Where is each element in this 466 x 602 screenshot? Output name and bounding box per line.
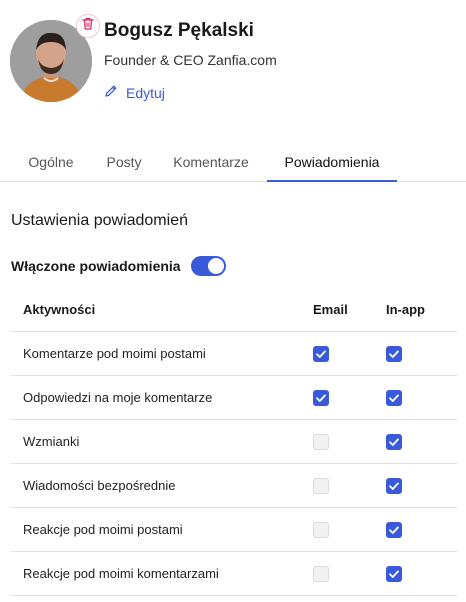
column-header-activity: Aktywności: [23, 302, 96, 317]
check-icon: [389, 482, 399, 490]
check-icon: [389, 570, 399, 578]
email-checkbox[interactable]: [313, 346, 329, 362]
table-header: Aktywności Email In-app: [11, 288, 457, 332]
table-row: Komentarze pod moimi postami: [11, 332, 457, 376]
edit-profile-label: Edytuj: [126, 84, 165, 101]
notifications-table: Aktywności Email In-app Komentarze pod m…: [11, 288, 457, 596]
table-body: Komentarze pod moimi postami Odpowiedzi n…: [11, 332, 457, 596]
inapp-checkbox[interactable]: [386, 346, 402, 362]
tab-ogolne[interactable]: Ogólne: [16, 144, 86, 182]
column-header-inapp: In-app: [386, 302, 425, 317]
email-checkbox[interactable]: [313, 566, 329, 582]
activity-label: Odpowiedzi na moje komentarze: [23, 390, 213, 405]
email-checkbox[interactable]: [313, 390, 329, 406]
check-icon: [316, 350, 326, 358]
profile-avatar-container: [10, 14, 100, 102]
delete-avatar-button[interactable]: [76, 14, 100, 38]
profile-name: Bogusz Pękalski: [104, 20, 254, 41]
activity-label: Reakcje pod moimi komentarzami: [23, 566, 219, 581]
tab-posty[interactable]: Posty: [96, 144, 152, 182]
tab-komentarze[interactable]: Komentarze: [164, 144, 258, 182]
profile-role: Founder & CEO Zanfia.com: [104, 52, 277, 68]
email-checkbox[interactable]: [313, 434, 329, 450]
activity-label: Wiadomości bezpośrednie: [23, 478, 176, 493]
pencil-icon: [104, 84, 118, 101]
check-icon: [389, 350, 399, 358]
table-row: Reakcje pod moimi postami: [11, 508, 457, 552]
inapp-checkbox[interactable]: [386, 390, 402, 406]
check-icon: [316, 394, 326, 402]
activity-label: Komentarze pod moimi postami: [23, 346, 206, 361]
table-row: Wiadomości bezpośrednie: [11, 464, 457, 508]
email-checkbox[interactable]: [313, 478, 329, 494]
toggle-knob: [207, 258, 224, 274]
toggle-label: Włączone powiadomienia: [11, 258, 181, 274]
table-row: Odpowiedzi na moje komentarze: [11, 376, 457, 420]
notifications-toggle[interactable]: [190, 256, 226, 276]
email-checkbox[interactable]: [313, 522, 329, 538]
notifications-toggle-row: Włączone powiadomienia: [11, 256, 226, 276]
edit-profile-link[interactable]: Edytuj: [104, 84, 165, 101]
check-icon: [389, 526, 399, 534]
activity-label: Wzmianki: [23, 434, 80, 449]
inapp-checkbox[interactable]: [386, 566, 402, 582]
inapp-checkbox[interactable]: [386, 434, 402, 450]
tab-powiadomienia[interactable]: Powiadomienia: [267, 144, 397, 182]
trash-icon: [82, 17, 94, 35]
section-title: Ustawienia powiadomień: [11, 212, 188, 229]
inapp-checkbox[interactable]: [386, 522, 402, 538]
table-row: Wzmianki: [11, 420, 457, 464]
profile-tabs: Ogólne Posty Komentarze Powiadomienia: [0, 144, 466, 182]
column-header-email: Email: [313, 302, 348, 317]
check-icon: [389, 438, 399, 446]
table-row: Reakcje pod moimi komentarzami: [11, 552, 457, 596]
check-icon: [389, 394, 399, 402]
inapp-checkbox[interactable]: [386, 478, 402, 494]
activity-label: Reakcje pod moimi postami: [23, 522, 183, 537]
